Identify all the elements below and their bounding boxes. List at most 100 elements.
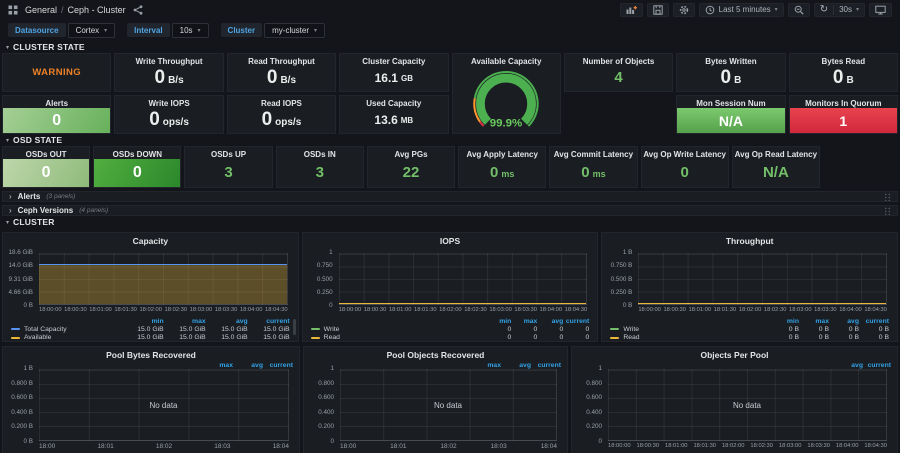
legend-row: Read0 B0 B0 B0 B [610,334,889,343]
legend-cell: min [485,318,511,325]
panel-title[interactable]: Pool Objects Recovered [304,347,567,360]
panel-write-iops: Write IOPS 0ops/s [114,95,223,134]
legend-header: avgcurrent [835,361,891,369]
legend-cell: 15.0 GiB [248,326,290,333]
panel-title[interactable]: Objects Per Pool [572,347,897,360]
panel-title[interactable]: Pool Bytes Recovered [3,347,299,360]
y-axis-ticks: 1 B0.800 B0.600 B0.400 B0.200 B0 B [3,365,36,445]
panel-alerts: Alerts 0 [2,95,111,134]
legend-cell: avg [233,362,263,369]
panel-title[interactable]: Available Capacity [453,54,560,66]
breadcrumb[interactable]: General / Ceph - Cluster [25,5,126,15]
panel-osds-up: OSDs UP 3 [184,146,272,188]
stat-number: 0 [267,67,278,89]
row-header-cluster-state[interactable]: ▾ CLUSTER STATE [0,41,900,53]
plot-area[interactable]: No data [608,369,887,441]
axis-tick: 0.200 [318,423,334,430]
axis-tick: 18:00 [340,443,356,450]
save-dashboard-button[interactable] [647,3,669,17]
refresh-icon[interactable]: ↻ [820,5,828,15]
plot-area[interactable]: No data [39,369,289,441]
axis-tick: 18:01 [97,443,113,450]
no-data-message: No data [340,370,556,440]
chevron-down-icon: ▾ [6,219,9,226]
panel-throughput-chart: Throughput 1 B0.750 B0.500 B0.250 B0 B 1… [601,232,898,342]
stat-colored-bg: 0 [94,159,180,187]
panel-osds-down: OSDs DOWN 0 [93,146,181,188]
axis-tick: 0.800 B [11,380,33,387]
variable-datasource: Datasource Cortex▾ [8,23,115,38]
legend-series-name[interactable]: Write [311,326,486,333]
panel-title[interactable]: OSDs OUT [3,147,89,159]
axis-tick: 18:00:30 [663,307,686,313]
panel-title[interactable]: Alerts [3,96,110,108]
legend-series-name[interactable]: Read [610,334,769,341]
axis-tick: 18:03 [214,443,230,450]
axis-tick: 18:02:00 [139,307,162,313]
breadcrumb-folder[interactable]: General [25,5,57,15]
capacity-plot-area[interactable] [39,253,288,305]
osd-state-grid: OSDs OUT 0 OSDs DOWN 0 OSDs UP 3 OSDs IN… [2,146,820,188]
drag-handle-icon[interactable] [884,207,891,215]
row-header-osd-state[interactable]: ▾ OSD STATE [0,134,900,146]
legend-row: Write0 B0 B0 B0 B [610,325,889,334]
panel-title[interactable]: Mon Session Num [677,96,784,108]
plot-area[interactable]: No data [340,369,557,441]
panel-title[interactable]: IOPS [303,233,598,246]
legend-cell: max [164,318,206,325]
stat-unit: ops/s [163,117,189,128]
throughput-plot-area[interactable] [638,253,887,305]
axis-tick: 18:01:00 [665,443,688,449]
axis-tick: 0.600 B [11,394,33,401]
add-panel-button[interactable] [620,3,643,17]
panel-pool-objects-recovered: Pool Objects Recovered No data 10.8000.6… [303,346,568,453]
collapsed-row-ceph-versions[interactable]: › Ceph Versions (4 panels) [2,205,898,216]
collapsed-row-alerts[interactable]: › Alerts (3 panels) [2,191,898,202]
variable-label: Cluster [221,23,263,37]
zoom-out-button[interactable] [788,3,810,17]
iops-series-line [339,303,587,304]
panel-title[interactable]: Throughput [602,233,897,246]
variable-value-dropdown[interactable]: Cortex▾ [68,23,116,38]
variable-value-dropdown[interactable]: my-cluster▾ [264,23,325,38]
panel-title[interactable]: Capacity [3,233,298,246]
legend-series-name[interactable]: Available [11,334,122,341]
apps-grid-icon[interactable] [8,5,18,15]
share-icon[interactable] [133,5,143,15]
time-picker-button[interactable]: Last 5 minutes ▾ [699,3,784,17]
legend-series-name[interactable]: Total Capacity [11,326,122,333]
kiosk-mode-button[interactable] [869,3,892,17]
axis-tick: 0.200 [586,423,602,430]
iops-plot-area[interactable] [339,253,588,305]
variable-value-dropdown[interactable]: 10s▾ [172,23,209,38]
stat-value: 0ms [550,157,636,187]
legend-header: maxavgcurrent [203,361,293,369]
refresh-picker-button[interactable]: ↻ 30s ▾ [814,3,865,17]
panel-objects-per-pool: Objects Per Pool No data 10.8000.6000.40… [571,346,898,453]
axis-tick: 18:04:00 [836,443,859,449]
legend-series-name[interactable]: Write [610,326,769,333]
chevron-down-icon: ▾ [6,44,9,51]
stat-value: 0ops/s [228,106,335,133]
dashboard-title[interactable]: Ceph - Cluster [68,5,126,15]
row-header-cluster[interactable]: ▾ CLUSTER [0,216,900,228]
panel-capacity-chart: Capacity 18.6 GiB14.0 GiB9.31 GiB4.66 Gi… [2,232,299,342]
x-axis-ticks: 18:00:0018:00:3018:01:0018:01:3018:02:00… [608,443,887,449]
stat-unit: MB [401,116,413,125]
panel-title[interactable]: Monitors In Quorum [790,96,897,108]
panel-title[interactable]: OSDs DOWN [94,147,180,159]
panel-read-iops: Read IOPS 0ops/s [227,95,336,134]
legend-series-name[interactable]: Read [311,334,486,341]
drag-handle-icon[interactable] [884,193,891,201]
axis-tick: 18:04:00 [240,307,263,313]
axis-tick: 18:02:30 [165,307,188,313]
axis-tick: 0 [598,438,602,445]
legend-cell: max [203,362,233,369]
dashboard-settings-button[interactable] [673,3,695,17]
axis-tick: 1 [330,365,334,372]
axis-tick: 0.500 B [611,276,633,283]
legend-scrollbar[interactable] [293,319,296,335]
stat-colored-bg: 0 [3,108,110,133]
panel-osds-in: OSDs IN 3 [276,146,364,188]
refresh-interval-label[interactable]: 30s [839,5,852,14]
